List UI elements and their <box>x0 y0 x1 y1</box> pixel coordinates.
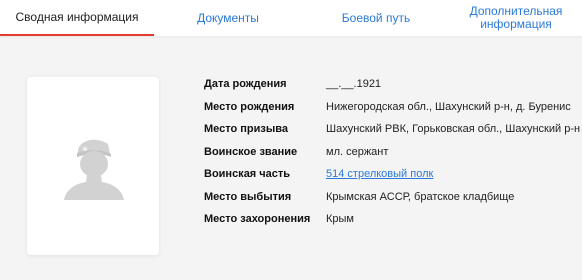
conscription-place-value: Шахунский РВК, Горьковская обл., Шахунск… <box>326 123 581 136</box>
birth-place-value: Нижегородская обл., Шахунский р-н, д. Бу… <box>326 100 571 113</box>
info-row-birth-date: Дата рождения __.__.1921 <box>204 73 580 96</box>
tab-documents[interactable]: Документы <box>154 0 302 36</box>
info-row-rank: Воинское звание мл. сержант <box>204 141 580 164</box>
soldier-avatar-placeholder-icon <box>64 139 124 200</box>
photo-card <box>27 77 159 255</box>
info-row-burial-place: Место захоронения Крым <box>204 208 580 231</box>
birth-date-label: Дата рождения <box>204 78 287 91</box>
rank-label: Воинское звание <box>204 145 298 158</box>
info-row-birth-place: Место рождения Нижегородская обл., Шахун… <box>204 96 580 119</box>
burial-place-value: Крым <box>326 213 354 226</box>
military-unit-label: Воинская часть <box>204 168 291 181</box>
soldier-info: Дата рождения __.__.1921 Место рождения … <box>204 73 580 231</box>
tab-summary[interactable]: Сводная информация <box>0 0 154 36</box>
military-unit-link[interactable]: 514 стрелковый полк <box>326 168 433 180</box>
birth-place-label: Место рождения <box>204 100 295 113</box>
departure-place-label: Место выбытия <box>204 190 292 203</box>
info-row-departure-place: Место выбытия Крымская АССР, братское кл… <box>204 186 580 209</box>
birth-date-value: __.__.1921 <box>326 78 382 91</box>
burial-place-label: Место захоронения <box>204 213 311 226</box>
conscription-place-label: Место призыва <box>204 123 288 136</box>
info-row-military-unit: Воинская часть 514 стрелковый полк <box>204 163 580 186</box>
rank-value: мл. сержант <box>326 145 389 158</box>
tab-combat-path[interactable]: Боевой путь <box>302 0 450 36</box>
info-row-conscription-place: Место призыва Шахунский РВК, Горьковская… <box>204 118 580 141</box>
tab-bar: Сводная информация Документы Боевой путь… <box>0 0 582 36</box>
tab-additional-info[interactable]: Дополнительная информация <box>450 0 582 36</box>
departure-place-value: Крымская АССР, братское кладбище <box>326 190 515 203</box>
